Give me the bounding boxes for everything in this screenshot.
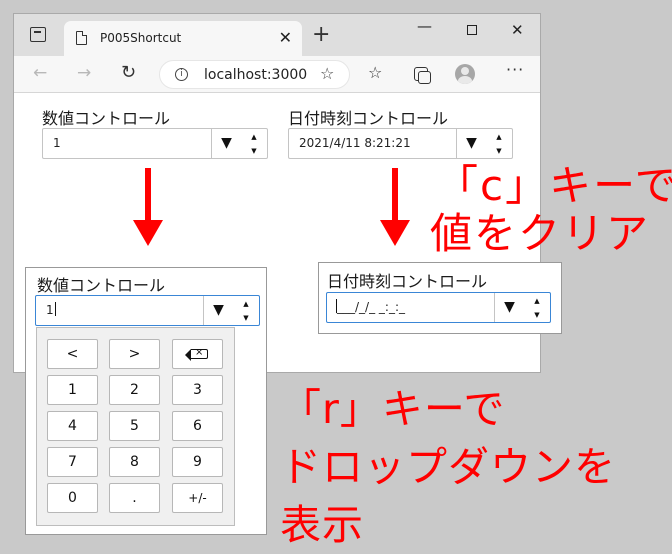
- annotation-clear-line1: 「c」キーで: [436, 161, 672, 210]
- datetime-control-label: 日付時刻コントロール: [288, 109, 449, 128]
- datetime-zoom-label: 日付時刻コントロール: [327, 272, 488, 291]
- key-left[interactable]: <: [47, 339, 98, 369]
- spin-buttons: ▲ ▼: [241, 129, 267, 158]
- datetime-control[interactable]: 2021/4/11 8:21:21 ▼ ▲ ▼: [288, 128, 513, 159]
- spin-down-button[interactable]: ▼: [233, 311, 259, 326]
- more-menu-icon[interactable]: ···: [506, 60, 524, 80]
- spin-down-button[interactable]: ▼: [241, 144, 267, 159]
- info-icon[interactable]: i: [175, 68, 188, 81]
- key-9[interactable]: 9: [172, 447, 223, 477]
- numeric-zoom-label: 数値コントロール: [37, 276, 166, 295]
- numeric-zoom-value[interactable]: 1: [46, 302, 56, 317]
- key-decimal[interactable]: .: [109, 483, 160, 513]
- tab-title: P005Shortcut: [100, 31, 182, 45]
- browser-tab[interactable]: P005Shortcut ✕: [64, 21, 302, 56]
- spin-up-button[interactable]: ▲: [233, 297, 259, 312]
- minimize-button[interactable]: —: [417, 18, 432, 34]
- arrow-down-left: [133, 168, 163, 248]
- close-window-button[interactable]: ✕: [511, 22, 524, 38]
- profile-avatar[interactable]: [455, 64, 475, 84]
- dropdown-button[interactable]: ▼: [203, 296, 233, 325]
- numeric-control-value[interactable]: 1: [53, 136, 61, 150]
- key-6[interactable]: 6: [172, 411, 223, 441]
- back-button[interactable]: ←: [33, 63, 47, 83]
- key-7[interactable]: 7: [47, 447, 98, 477]
- numeric-control-label: 数値コントロール: [42, 109, 171, 128]
- forward-button[interactable]: →: [77, 63, 91, 83]
- datetime-zoom-value[interactable]: ___/_/_ _:_:_: [335, 299, 405, 314]
- dropdown-button[interactable]: ▼: [456, 129, 486, 158]
- datetime-control-value[interactable]: 2021/4/11 8:21:21: [299, 136, 411, 150]
- key-3[interactable]: 3: [172, 375, 223, 405]
- spin-buttons: ▲ ▼: [524, 293, 550, 322]
- annotation-clear-line2: 値をクリア: [430, 209, 651, 258]
- numeric-control[interactable]: 1 ▼ ▲ ▼: [42, 128, 268, 159]
- key-2[interactable]: 2: [109, 375, 160, 405]
- key-1[interactable]: 1: [47, 375, 98, 405]
- numeric-keypad-dropdown: < > 1 2 3 4 5 6 7 8 9 0 . +/-: [36, 327, 235, 526]
- spin-up-button[interactable]: ▲: [486, 130, 512, 145]
- arrow-down-right: [380, 168, 410, 248]
- add-favorite-icon[interactable]: ☆: [320, 64, 334, 83]
- key-0[interactable]: 0: [47, 483, 98, 513]
- tab-strip: P005Shortcut ✕ + — ✕: [14, 14, 540, 56]
- new-tab-button[interactable]: +: [312, 24, 330, 46]
- key-4[interactable]: 4: [47, 411, 98, 441]
- annotation-clear: 「c」キーで 値をクリア: [430, 161, 672, 258]
- spin-buttons: ▲ ▼: [233, 296, 259, 325]
- key-right[interactable]: >: [109, 339, 160, 369]
- key-sign[interactable]: +/-: [172, 483, 223, 513]
- address-text[interactable]: localhost:3000: [204, 67, 307, 83]
- datetime-zoom-control[interactable]: ___/_/_ _:_:_ ▼ ▲ ▼: [326, 292, 551, 323]
- annotation-dropdown-line1: 「r」キーで: [280, 385, 506, 433]
- dropdown-button[interactable]: ▼: [494, 293, 524, 322]
- address-bar[interactable]: i localhost:3000 ☆: [159, 60, 350, 89]
- annotation-dropdown: 「r」キーで ドロップダウンを 表示: [280, 380, 616, 554]
- collections-icon[interactable]: [414, 67, 431, 84]
- annotation-dropdown-line3: 表示: [280, 501, 364, 549]
- spin-up-button[interactable]: ▲: [524, 294, 550, 309]
- spin-down-button[interactable]: ▼: [524, 308, 550, 323]
- key-backspace[interactable]: [172, 339, 223, 369]
- favorites-icon[interactable]: ☆: [368, 63, 382, 83]
- annotation-dropdown-line2: ドロップダウンを: [280, 443, 616, 491]
- dropdown-button[interactable]: ▼: [211, 129, 241, 158]
- spin-buttons: ▲ ▼: [486, 129, 512, 158]
- maximize-button[interactable]: [467, 25, 477, 35]
- spin-down-button[interactable]: ▼: [486, 144, 512, 159]
- key-5[interactable]: 5: [109, 411, 160, 441]
- spin-up-button[interactable]: ▲: [241, 130, 267, 145]
- reload-button[interactable]: ↻: [121, 63, 136, 83]
- tab-actions-icon[interactable]: [30, 27, 46, 42]
- browser-toolbar: ← → ↻ i localhost:3000 ☆ ☆ ···: [14, 56, 540, 93]
- backspace-icon: [185, 345, 208, 361]
- key-8[interactable]: 8: [109, 447, 160, 477]
- page-icon: [76, 31, 87, 45]
- tab-close-icon[interactable]: ✕: [279, 28, 292, 48]
- numeric-zoom-control[interactable]: 1 ▼ ▲ ▼: [35, 295, 260, 326]
